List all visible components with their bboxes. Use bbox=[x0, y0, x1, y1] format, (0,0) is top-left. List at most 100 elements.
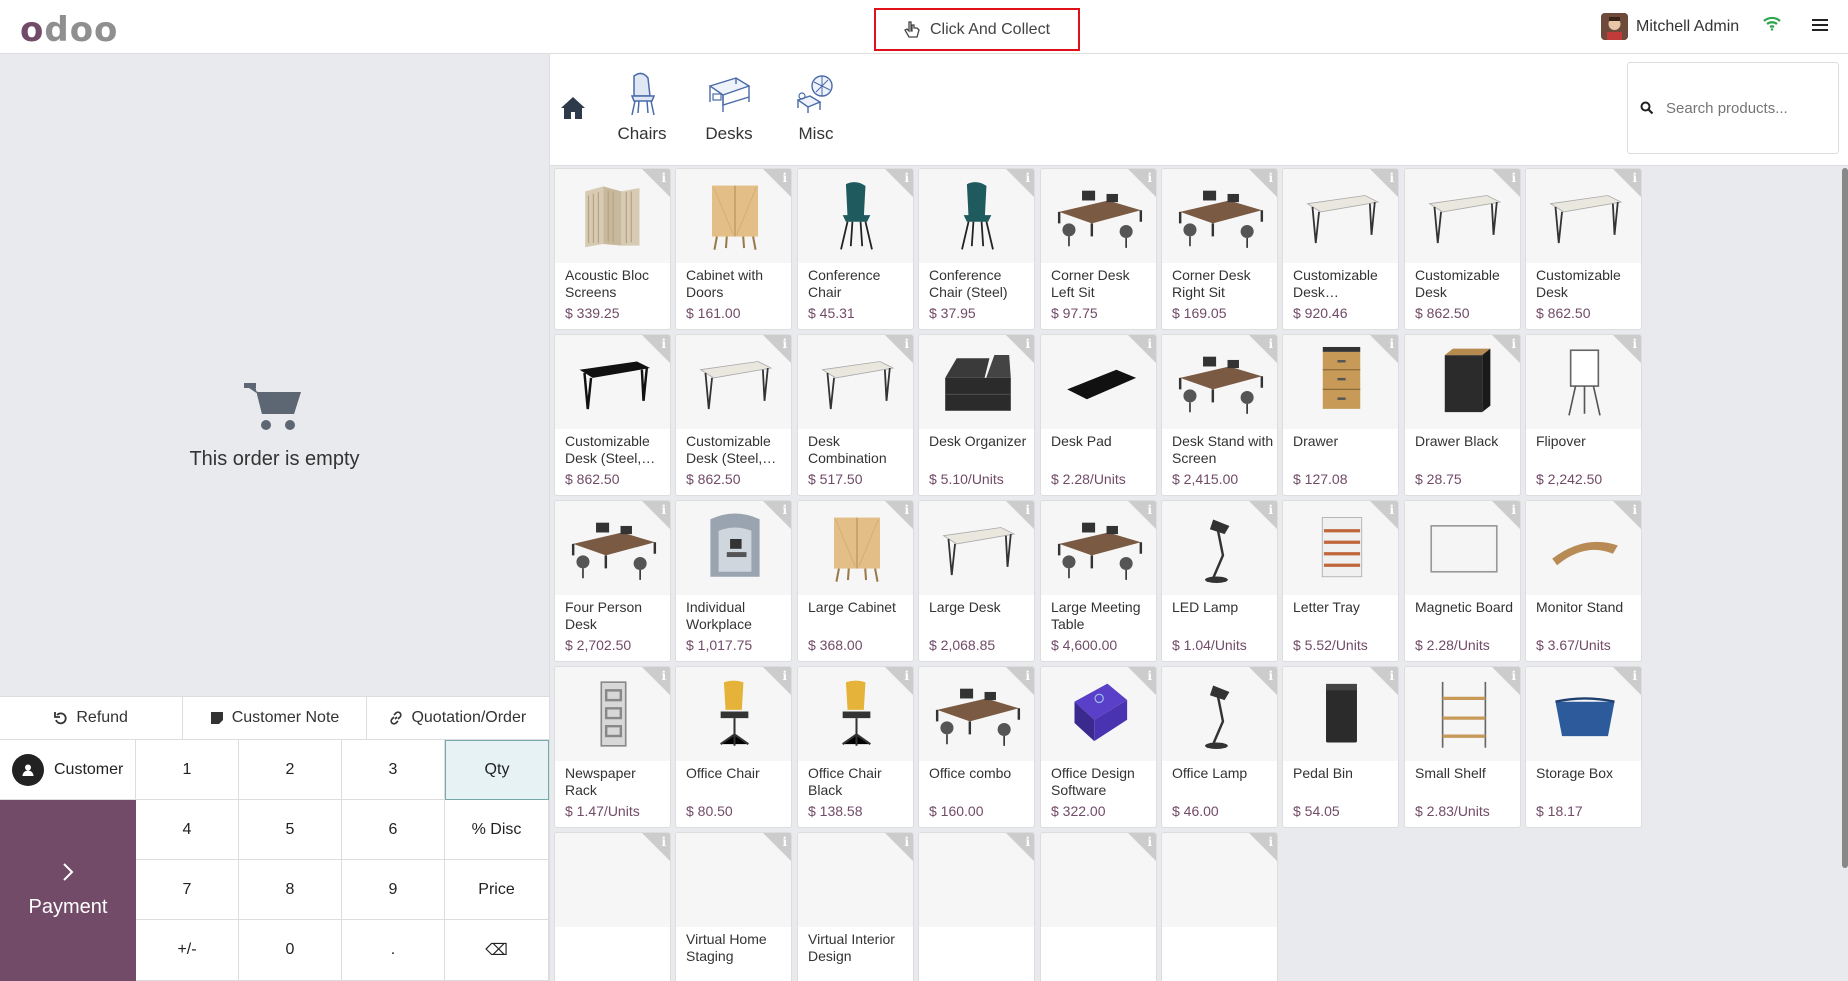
product-card[interactable]: i Acoustic Bloc Screens $ 339.25 bbox=[554, 168, 671, 330]
info-icon[interactable]: i bbox=[1389, 503, 1394, 517]
info-icon[interactable]: i bbox=[782, 171, 787, 185]
info-icon[interactable]: i bbox=[661, 835, 666, 849]
info-icon[interactable]: i bbox=[1268, 835, 1273, 849]
info-icon[interactable]: i bbox=[904, 171, 909, 185]
info-icon[interactable]: i bbox=[904, 835, 909, 849]
product-card[interactable]: i Pedal Bin $ 54.05 bbox=[1282, 666, 1399, 828]
product-card[interactable]: i Corner Desk Right Sit $ 169.05 bbox=[1161, 168, 1278, 330]
product-card[interactable]: i Monitor Stand $ 3.67/Units bbox=[1525, 500, 1642, 662]
info-icon[interactable]: i bbox=[1632, 171, 1637, 185]
numpad-key[interactable]: 2 bbox=[239, 740, 342, 800]
product-card[interactable]: i Large Meeting Table $ 4,600.00 bbox=[1040, 500, 1157, 662]
info-icon[interactable]: i bbox=[1025, 337, 1030, 351]
info-icon[interactable]: i bbox=[904, 669, 909, 683]
product-card[interactable]: i Desk Combination $ 517.50 bbox=[797, 334, 914, 496]
category-misc[interactable]: Misc bbox=[774, 72, 858, 144]
info-icon[interactable]: i bbox=[661, 503, 666, 517]
info-icon[interactable]: i bbox=[904, 337, 909, 351]
numpad-key[interactable]: +/- bbox=[136, 920, 239, 981]
info-icon[interactable]: i bbox=[1511, 503, 1516, 517]
numpad-key[interactable]: Qty bbox=[445, 740, 549, 800]
category-chairs[interactable]: Chairs bbox=[600, 72, 684, 144]
info-icon[interactable]: i bbox=[1268, 171, 1273, 185]
info-icon[interactable]: i bbox=[1268, 669, 1273, 683]
numpad-key[interactable]: % Disc bbox=[445, 800, 549, 860]
info-icon[interactable]: i bbox=[661, 337, 666, 351]
info-icon[interactable]: i bbox=[1268, 503, 1273, 517]
info-icon[interactable]: i bbox=[904, 503, 909, 517]
product-card[interactable]: i bbox=[554, 832, 671, 981]
product-card[interactable]: i bbox=[1040, 832, 1157, 981]
product-card[interactable]: i Flipover $ 2,242.50 bbox=[1525, 334, 1642, 496]
numpad-key[interactable]: 6 bbox=[342, 800, 445, 860]
product-card[interactable]: i Desk Stand with Screen $ 2,415.00 bbox=[1161, 334, 1278, 496]
info-icon[interactable]: i bbox=[1632, 669, 1637, 683]
product-card[interactable]: i Cabinet with Doors $ 161.00 bbox=[675, 168, 792, 330]
info-icon[interactable]: i bbox=[1389, 337, 1394, 351]
info-icon[interactable]: i bbox=[782, 337, 787, 351]
product-card[interactable]: i Office Lamp $ 46.00 bbox=[1161, 666, 1278, 828]
customer-note-button[interactable]: Customer Note bbox=[183, 697, 367, 739]
numpad-key[interactable]: ⌫ bbox=[445, 920, 549, 981]
numpad-key[interactable]: 5 bbox=[239, 800, 342, 860]
info-icon[interactable]: i bbox=[661, 171, 666, 185]
product-card[interactable]: i Office Chair Black $ 138.58 bbox=[797, 666, 914, 828]
numpad-key[interactable]: 4 bbox=[136, 800, 239, 860]
info-icon[interactable]: i bbox=[1025, 669, 1030, 683]
search-input[interactable] bbox=[1666, 99, 1826, 117]
info-icon[interactable]: i bbox=[1268, 337, 1273, 351]
quotation-order-button[interactable]: Quotation/Order bbox=[367, 697, 549, 739]
product-card[interactable]: i Virtual Home Staging bbox=[675, 832, 792, 981]
product-card[interactable]: i Drawer $ 127.08 bbox=[1282, 334, 1399, 496]
category-desks[interactable]: Desks bbox=[687, 72, 771, 144]
info-icon[interactable]: i bbox=[1147, 171, 1152, 185]
payment-button[interactable]: Payment bbox=[0, 800, 136, 981]
product-card[interactable]: i Letter Tray $ 5.52/Units bbox=[1282, 500, 1399, 662]
numpad-key[interactable]: Price bbox=[445, 860, 549, 920]
info-icon[interactable]: i bbox=[1147, 503, 1152, 517]
product-card[interactable]: i Desk Pad $ 2.28/Units bbox=[1040, 334, 1157, 496]
product-card[interactable]: i Desk Organizer $ 5.10/Units bbox=[918, 334, 1035, 496]
numpad-key[interactable]: 3 bbox=[342, 740, 445, 800]
product-card[interactable]: i Office combo $ 160.00 bbox=[918, 666, 1035, 828]
numpad-key[interactable]: 7 bbox=[136, 860, 239, 920]
product-card[interactable]: i Newspaper Rack $ 1.47/Units bbox=[554, 666, 671, 828]
scrollbar[interactable] bbox=[1842, 168, 1848, 868]
info-icon[interactable]: i bbox=[1389, 171, 1394, 185]
numpad-key[interactable]: 9 bbox=[342, 860, 445, 920]
info-icon[interactable]: i bbox=[1511, 669, 1516, 683]
click-and-collect-button[interactable]: Click And Collect bbox=[874, 8, 1080, 51]
odoo-logo[interactable]: odoo bbox=[20, 10, 118, 50]
info-icon[interactable]: i bbox=[1632, 503, 1637, 517]
product-card[interactable]: i Conference Chair (Steel) $ 37.95 bbox=[918, 168, 1035, 330]
product-card[interactable]: i LED Lamp $ 1.04/Units bbox=[1161, 500, 1278, 662]
product-card[interactable]: i Customizable Desk (Steel,… $ 862.50 bbox=[675, 334, 792, 496]
product-card[interactable]: i Large Cabinet $ 368.00 bbox=[797, 500, 914, 662]
product-card[interactable]: i Magnetic Board $ 2.28/Units bbox=[1404, 500, 1521, 662]
product-card[interactable]: i Conference Chair (Aluminium) $ 45.31 bbox=[797, 168, 914, 330]
home-icon[interactable] bbox=[560, 96, 586, 125]
info-icon[interactable]: i bbox=[782, 503, 787, 517]
numpad-key[interactable]: 0 bbox=[239, 920, 342, 981]
product-card[interactable]: i bbox=[918, 832, 1035, 981]
product-card[interactable]: i Customizable Desk (Custom,… $ 862.50 bbox=[1404, 168, 1521, 330]
info-icon[interactable]: i bbox=[1632, 337, 1637, 351]
info-icon[interactable]: i bbox=[1025, 171, 1030, 185]
product-card[interactable]: i Large Desk $ 2,068.85 bbox=[918, 500, 1035, 662]
product-card[interactable]: i Corner Desk Left Sit $ 97.75 bbox=[1040, 168, 1157, 330]
product-card[interactable]: i Individual Workplace $ 1,017.75 bbox=[675, 500, 792, 662]
product-card[interactable]: i Office Design Software $ 322.00 bbox=[1040, 666, 1157, 828]
product-card[interactable]: i Virtual Interior Design bbox=[797, 832, 914, 981]
numpad-key[interactable]: 8 bbox=[239, 860, 342, 920]
user-menu[interactable]: Mitchell Admin bbox=[1601, 13, 1739, 40]
product-card[interactable]: i bbox=[1161, 832, 1278, 981]
info-icon[interactable]: i bbox=[661, 669, 666, 683]
info-icon[interactable]: i bbox=[1025, 503, 1030, 517]
info-icon[interactable]: i bbox=[1147, 669, 1152, 683]
info-icon[interactable]: i bbox=[1147, 337, 1152, 351]
info-icon[interactable]: i bbox=[1025, 835, 1030, 849]
numpad-key[interactable]: 1 bbox=[136, 740, 239, 800]
menu-hamburger-icon[interactable] bbox=[1812, 18, 1828, 37]
refund-button[interactable]: Refund bbox=[0, 697, 184, 739]
product-card[interactable]: i Drawer Black $ 28.75 bbox=[1404, 334, 1521, 496]
